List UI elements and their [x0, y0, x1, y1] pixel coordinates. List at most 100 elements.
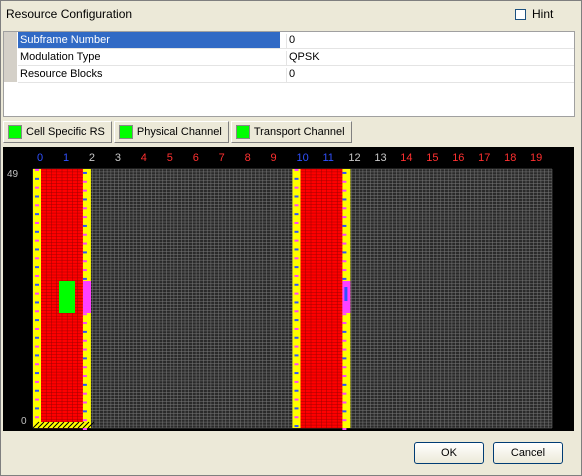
reference-marker	[342, 216, 347, 219]
reference-marker	[294, 354, 299, 357]
reference-marker	[82, 322, 87, 325]
slot-label: 2	[89, 152, 95, 164]
property-value[interactable]: 0	[286, 34, 295, 48]
property-name: Subframe Number	[18, 32, 280, 48]
reference-marker	[294, 177, 299, 180]
reference-marker	[294, 169, 299, 171]
reference-marker	[342, 269, 347, 272]
reference-marker	[342, 171, 347, 174]
property-row-modulation-type[interactable]: Modulation Type QPSK	[18, 49, 574, 66]
reference-marker	[294, 301, 299, 304]
reference-marker	[294, 310, 299, 313]
reference-marker	[82, 419, 87, 422]
property-row-resource-blocks[interactable]: Resource Blocks 0	[18, 66, 574, 83]
reference-marker	[342, 233, 347, 236]
reference-marker	[35, 363, 39, 366]
reference-marker	[342, 401, 347, 404]
property-name: Modulation Type	[20, 51, 101, 63]
resource-grid-canvas[interactable]: 0 1 2 3 4 5 6 7 8 9 10 11 12 13 14 15 16 17 18 19490	[3, 147, 574, 431]
reference-marker	[82, 366, 87, 369]
reference-marker	[35, 301, 39, 304]
channel-highlight	[344, 287, 348, 301]
reference-marker	[82, 330, 87, 333]
reference-marker	[294, 292, 299, 295]
reference-marker	[342, 419, 347, 422]
slot-label: 0	[37, 152, 43, 164]
reference-marker	[342, 322, 347, 325]
slot-label: 5	[167, 152, 173, 164]
reference-marker	[294, 398, 299, 401]
reference-marker	[294, 380, 299, 383]
reference-marker	[82, 277, 87, 280]
cancel-button[interactable]: Cancel	[493, 442, 563, 464]
reference-marker	[342, 251, 347, 254]
slot-label: 16	[452, 152, 464, 164]
slot-label: 3	[115, 152, 121, 164]
reference-marker	[342, 428, 347, 430]
slot-label: 4	[141, 152, 147, 164]
reference-marker	[342, 366, 347, 369]
reference-marker	[294, 336, 299, 339]
reference-marker	[35, 345, 39, 348]
property-name: Resource Blocks	[20, 68, 103, 80]
reference-marker	[35, 213, 39, 216]
slot-label: 7	[219, 152, 225, 164]
reference-marker	[294, 319, 299, 322]
reference-marker	[294, 407, 299, 410]
y-label-top: 49	[7, 169, 19, 180]
reference-marker	[294, 416, 299, 419]
reference-marker	[35, 407, 39, 410]
hint-checkbox[interactable]	[515, 8, 526, 20]
reference-marker	[35, 380, 39, 383]
reference-marker	[82, 251, 87, 254]
reference-marker	[342, 410, 347, 413]
reference-marker	[342, 330, 347, 333]
slot-label: 9	[271, 152, 277, 164]
slot-label: 18	[504, 152, 516, 164]
slot-label: 11	[322, 152, 333, 164]
reference-marker	[82, 198, 87, 201]
reference-marker	[82, 242, 87, 245]
reference-marker	[294, 345, 299, 348]
dialog-title: Resource Configuration	[6, 7, 133, 21]
reference-marker	[35, 266, 39, 269]
reference-marker	[82, 375, 87, 378]
tab-physical-channel[interactable]: Physical Channel	[113, 121, 229, 143]
reference-marker	[35, 398, 39, 401]
slot-label: 13	[374, 152, 386, 164]
reference-marker	[82, 383, 87, 386]
slot-label: 17	[478, 152, 490, 164]
reference-marker	[294, 363, 299, 366]
reference-marker	[342, 383, 347, 386]
reference-marker	[294, 389, 299, 392]
ok-button[interactable]: OK	[414, 442, 484, 464]
channel-highlight	[59, 281, 75, 313]
reference-marker	[82, 233, 87, 236]
reference-marker	[35, 372, 39, 375]
tab-cell-specific-rs[interactable]: Cell Specific RS	[3, 121, 112, 143]
slot-label: 8	[245, 152, 251, 164]
resource-grid: 0 1 2 3 4 5 6 7 8 9 10 11 12 13 14 15 16 17 18 19 49 0	[3, 147, 574, 431]
tab-label: Physical Channel	[136, 126, 222, 138]
slot-label: 12	[348, 152, 360, 164]
reference-marker	[342, 339, 347, 342]
reference-marker	[82, 392, 87, 395]
tab-transport-channel[interactable]: Transport Channel	[230, 121, 352, 143]
reference-marker	[82, 260, 87, 263]
reference-marker	[35, 354, 39, 357]
hint-label: Hint	[532, 7, 554, 21]
reference-marker	[35, 319, 39, 322]
property-value[interactable]: 0	[286, 68, 295, 82]
reference-marker	[82, 357, 87, 360]
slot-label: 15	[426, 152, 438, 164]
property-row-subframe-number[interactable]: Subframe Number 0	[18, 32, 574, 49]
reference-marker	[342, 260, 347, 263]
hint-toggle[interactable]: Hint	[515, 7, 553, 21]
reference-marker	[342, 189, 347, 192]
reference-marker	[35, 230, 39, 233]
slot-label: 1	[63, 152, 69, 164]
property-value[interactable]: QPSK	[286, 51, 320, 65]
reference-marker	[35, 257, 39, 260]
reference-marker	[82, 410, 87, 413]
resource-configuration-dialog: Resource Configuration Hint Subframe Num…	[0, 0, 582, 476]
